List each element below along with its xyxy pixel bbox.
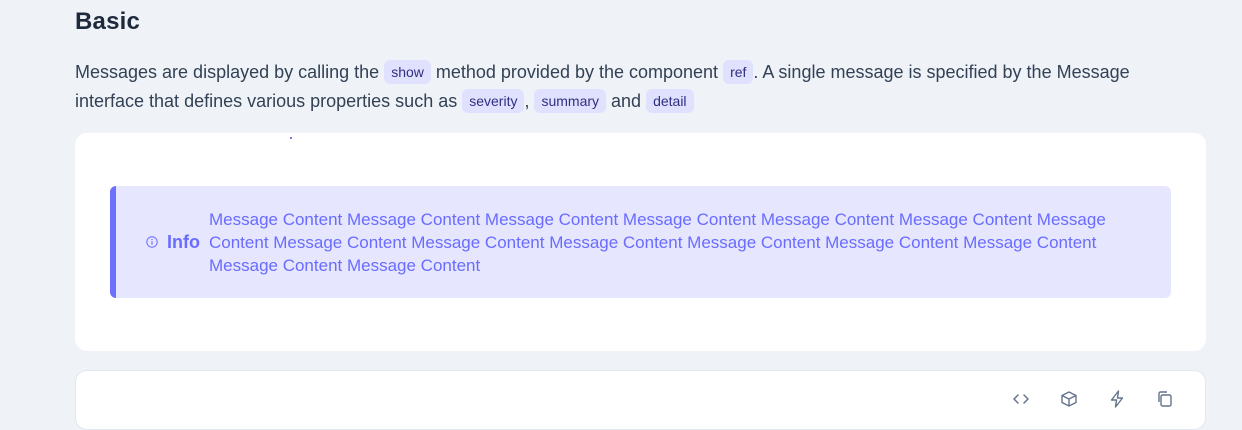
code-chip-summary: summary <box>534 89 607 113</box>
code-toolbar <box>1009 387 1177 411</box>
bolt-icon[interactable] <box>1105 387 1129 411</box>
intro-text: Messages are displayed by calling the <box>75 62 385 82</box>
code-chip-show: show <box>384 60 431 84</box>
code-chip-detail: detail <box>646 89 694 113</box>
section-description: Messages are displayed by calling the sh… <box>75 58 1185 116</box>
code-icon[interactable] <box>1009 387 1033 411</box>
stray-dot <box>290 137 292 139</box>
info-message: Info Message Content Message Content Mes… <box>110 186 1171 298</box>
intro-text: and <box>606 91 647 111</box>
demo-card: Info Message Content Message Content Mes… <box>75 133 1206 351</box>
intro-text: , <box>524 91 535 111</box>
code-chip-ref: ref <box>723 60 754 84</box>
code-chip-severity: severity <box>462 89 525 113</box>
info-circle-icon <box>146 236 158 248</box>
section-title: Basic <box>75 8 141 35</box>
copy-icon[interactable] <box>1153 387 1177 411</box>
message-summary: Info <box>167 231 200 252</box>
code-card <box>75 370 1206 430</box>
intro-text: method provided by the component <box>430 62 724 82</box>
message-detail: Message Content Message Content Message … <box>209 209 1106 275</box>
box-icon[interactable] <box>1057 387 1081 411</box>
